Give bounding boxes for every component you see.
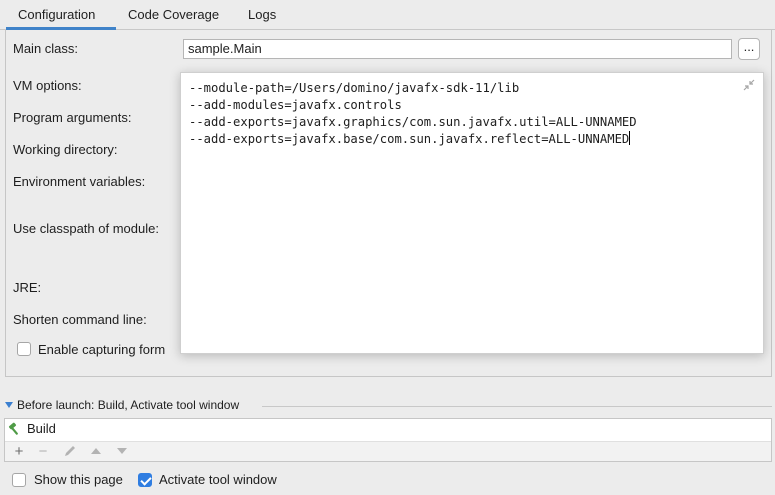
jre-label: JRE: [13,280,42,295]
environment-variables-label: Environment variables: [13,174,146,189]
vm-option-line: --add-exports=javafx.base/com.sun.javafx… [189,132,630,146]
expand-triangle-icon [5,402,13,408]
show-this-page-checkbox[interactable] [12,473,26,487]
shorten-command-line-label: Shorten command line: [13,312,147,327]
enable-capturing-label: Enable capturing form [38,342,166,357]
main-class-label: Main class: [13,41,79,56]
arrow-up-icon [91,448,101,454]
program-arguments-label: Program arguments: [13,110,132,125]
vm-option-line: --add-exports=javafx.graphics/com.sun.ja… [189,115,637,129]
before-launch-task-list: Build + − [4,418,772,462]
activate-tool-window-label: Activate tool window [159,472,277,487]
collapse-icon[interactable] [743,79,755,91]
add-icon[interactable]: + [11,444,27,460]
move-down-icon[interactable] [114,444,130,460]
hammer-icon [8,422,18,435]
vm-options-expanded-editor[interactable]: --module-path=/Users/domino/javafx-sdk-1… [180,72,764,354]
list-item[interactable]: Build [5,419,771,439]
activate-tool-window-checkbox[interactable] [138,473,152,487]
show-this-page-label: Show this page [34,472,123,487]
enable-capturing-checkbox[interactable] [17,342,31,356]
before-launch-title: Before launch: Build, Activate tool wind… [17,398,240,412]
use-classpath-label: Use classpath of module: [13,221,159,236]
before-launch-toolbar: + − [5,441,771,461]
build-task-label: Build [27,421,56,436]
run-configuration-dialog: Configuration Code Coverage Logs Main cl… [0,0,775,495]
vm-option-line-last: --add-exports=javafx.base/com.sun.javafx… [189,131,755,148]
move-up-icon[interactable] [88,444,104,460]
separator [262,406,772,407]
tab-code-coverage[interactable]: Code Coverage [116,0,231,30]
working-directory-label: Working directory: [13,142,118,157]
vm-option-line: --add-modules=javafx.controls [189,98,402,112]
before-launch-header[interactable]: Before launch: Build, Activate tool wind… [5,397,239,413]
vm-option-line: --module-path=/Users/domino/javafx-sdk-1… [189,81,520,95]
vm-options-label: VM options: [13,78,82,93]
pencil-icon [65,446,75,456]
arrow-down-icon [117,448,127,454]
text-caret [629,131,631,145]
remove-icon[interactable]: − [35,444,51,460]
tab-bar: Configuration Code Coverage Logs [0,0,775,30]
main-class-field[interactable]: sample.Main [183,39,732,59]
tab-logs[interactable]: Logs [236,0,288,30]
tab-configuration[interactable]: Configuration [6,0,116,30]
browse-main-class-button[interactable]: ... [738,38,760,60]
edit-icon[interactable] [62,444,78,460]
